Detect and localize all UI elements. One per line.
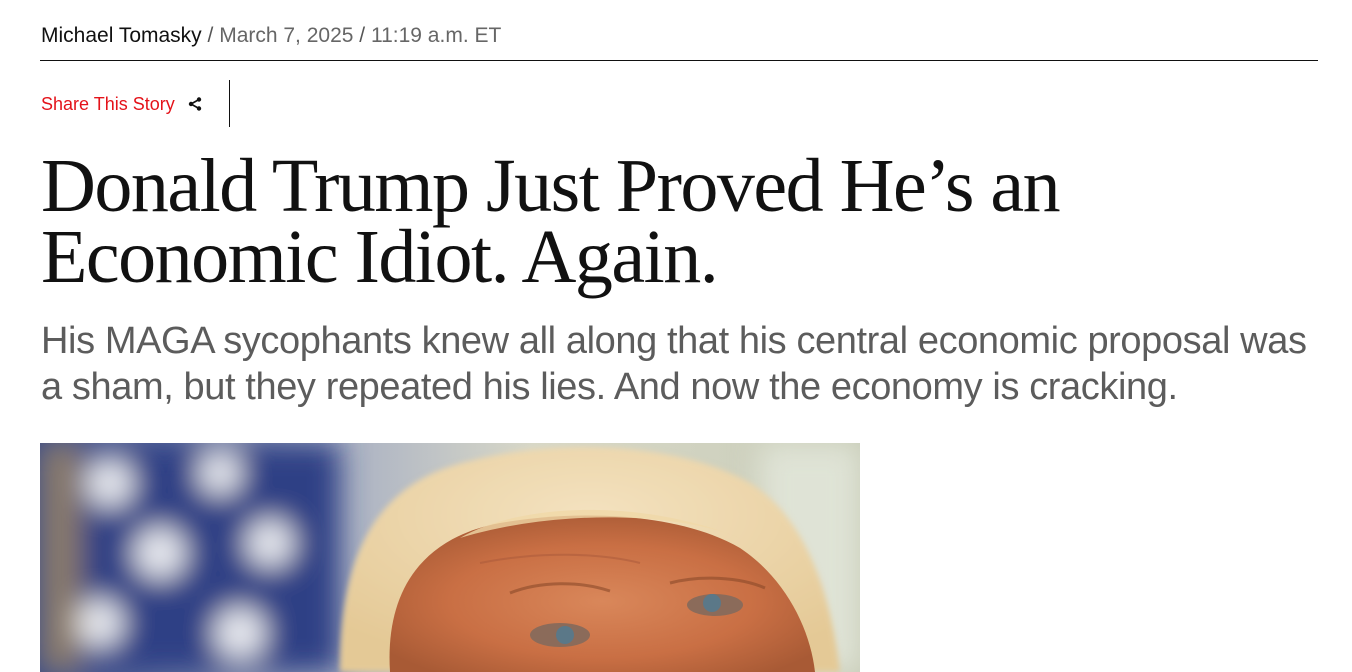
byline-separator: / bbox=[359, 24, 366, 47]
hero-photo-illustration bbox=[40, 443, 860, 672]
byline: Michael Tomasky / March 7, 2025 / 11:19 … bbox=[41, 22, 501, 50]
author-link[interactable]: Michael Tomasky bbox=[41, 24, 202, 47]
share-divider bbox=[229, 80, 230, 127]
publish-date: March 7, 2025 bbox=[219, 24, 354, 47]
publish-time: 11:19 a.m. ET bbox=[370, 24, 502, 47]
share-button[interactable]: Share This Story bbox=[41, 91, 203, 117]
article-headline: Donald Trump Just Proved He’s an Economi… bbox=[41, 144, 1061, 299]
share-icon bbox=[187, 96, 203, 112]
article-dek: His MAGA sycophants knew all along that … bbox=[41, 320, 1307, 408]
hero-image bbox=[40, 443, 860, 672]
byline-separator: / bbox=[207, 24, 214, 47]
share-label: Share This Story bbox=[41, 94, 175, 114]
byline-rule bbox=[40, 60, 1318, 61]
